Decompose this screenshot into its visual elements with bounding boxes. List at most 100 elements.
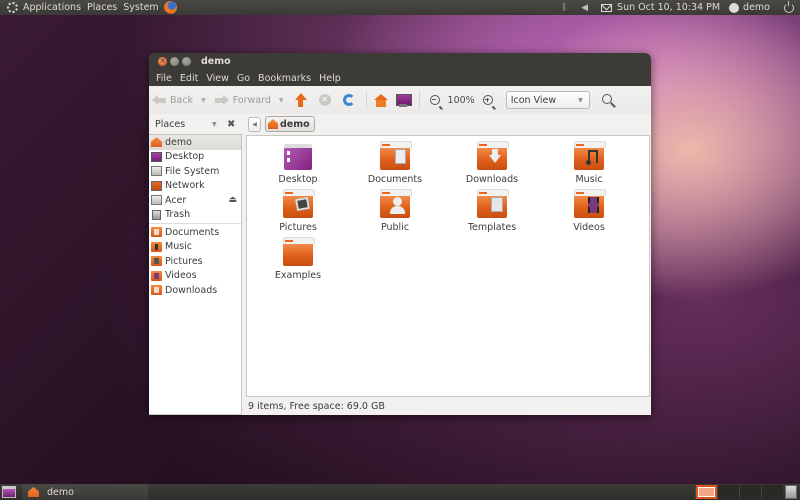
taskbar-item-label: demo <box>47 486 74 498</box>
sidebar-item-documents[interactable]: Documents <box>149 225 241 240</box>
menu-file[interactable]: File <box>152 73 176 84</box>
view-mode-select[interactable]: Icon View ▼ <box>505 91 590 109</box>
user-status-icon[interactable] <box>729 2 740 13</box>
forward-arrow-icon <box>214 94 229 105</box>
eject-icon[interactable]: ⏏ <box>228 195 237 205</box>
menu-go[interactable]: Go <box>233 73 254 84</box>
reload-icon[interactable] <box>342 94 355 106</box>
zoom-in-icon[interactable] <box>482 95 496 110</box>
maximize-window-button[interactable] <box>182 57 191 66</box>
user-menu[interactable]: demo <box>743 2 770 13</box>
file-item-label: Downloads <box>465 174 519 185</box>
workspace-switcher <box>695 485 783 499</box>
close-sidebar-icon[interactable]: ✖ <box>227 119 235 130</box>
places-menu[interactable]: Places <box>84 0 120 15</box>
mail-icon[interactable] <box>601 3 613 12</box>
workspace-3[interactable] <box>739 485 761 499</box>
file-item-label: Pictures <box>279 222 317 233</box>
sidebar-item-downloads[interactable]: Downloads <box>149 283 241 298</box>
toolbar: Back ▼ Forward ▼ ✕ 100% Icon View ▼ <box>149 86 651 114</box>
system-menu[interactable]: System <box>120 0 161 15</box>
folder-pictures-icon <box>283 189 315 218</box>
taskbar-item-demo[interactable]: demo <box>22 484 148 500</box>
icon-view[interactable]: Desktop Documents Downloads Music Pictur… <box>246 135 650 397</box>
folder-videos-icon <box>151 270 162 281</box>
menu-view[interactable]: View <box>202 73 233 84</box>
file-item-examples[interactable]: Examples <box>250 237 346 281</box>
file-item-videos[interactable]: Videos <box>541 189 637 233</box>
trash-applet-icon[interactable] <box>785 485 797 499</box>
file-item-desktop[interactable]: Desktop <box>250 144 346 185</box>
volume-icon[interactable]: ◀ <box>581 3 588 13</box>
folder-music-icon <box>151 241 162 252</box>
sidebar-item-music[interactable]: Music <box>149 240 241 255</box>
applications-menu[interactable]: Applications <box>0 0 84 15</box>
folder-documents-icon <box>151 227 162 238</box>
folder-public-icon <box>380 189 412 218</box>
sidebar-item-acer[interactable]: Acer ⏏ <box>149 193 241 208</box>
file-item-music[interactable]: Music <box>541 141 637 185</box>
drive-icon <box>151 195 162 206</box>
back-button[interactable]: Back <box>152 89 193 111</box>
sidebar-item-label: Desktop <box>165 151 205 163</box>
close-icon: ✕ <box>159 57 166 65</box>
folder-downloads-icon <box>477 141 509 170</box>
zoom-level[interactable]: 100% <box>448 95 475 106</box>
computer-icon[interactable] <box>395 93 412 107</box>
drive-icon <box>151 166 162 177</box>
stop-icon[interactable]: ✕ <box>318 94 331 106</box>
path-button-demo[interactable]: demo <box>265 116 315 132</box>
file-item-downloads[interactable]: Downloads <box>444 141 540 185</box>
sidebar-item-network[interactable]: Network <box>149 179 241 194</box>
bluetooth-icon[interactable]: ᛒ <box>562 3 567 13</box>
menu-help[interactable]: Help <box>315 73 345 84</box>
search-icon[interactable] <box>601 93 612 104</box>
sidebar-item-trash[interactable]: Trash <box>149 208 241 223</box>
pathbar: ◀ demo <box>246 114 651 134</box>
close-window-button[interactable]: ✕ <box>158 57 167 66</box>
workspace-2[interactable] <box>717 485 739 499</box>
sidebar-type-select[interactable]: Places <box>155 119 185 130</box>
file-item-pictures[interactable]: Pictures <box>250 189 346 233</box>
sidebar-item-file-system[interactable]: File System <box>149 164 241 179</box>
forward-history-dropdown[interactable]: ▼ <box>279 97 284 104</box>
path-scroll-left-button[interactable]: ◀ <box>248 116 261 132</box>
titlebar[interactable]: ✕ demo <box>149 53 651 70</box>
zoom-out-icon[interactable] <box>429 95 443 110</box>
file-item-label: Desktop <box>278 174 318 185</box>
toolbar-separator <box>418 91 420 109</box>
show-desktop-icon[interactable] <box>2 486 16 498</box>
main-pane: ◀ demo Desktop Documents Downloads Music… <box>246 114 651 415</box>
file-item-label: Documents <box>367 174 423 185</box>
file-item-templates[interactable]: Templates <box>444 189 540 233</box>
home-icon[interactable] <box>373 93 388 107</box>
sidebar-item-pictures[interactable]: Pictures <box>149 254 241 269</box>
sidebar-item-label: File System <box>165 165 220 177</box>
power-icon[interactable] <box>784 0 794 13</box>
workspace-4[interactable] <box>761 485 783 499</box>
chevron-down-icon[interactable]: ▼ <box>212 121 217 128</box>
menu-bookmarks[interactable]: Bookmarks <box>254 73 315 84</box>
places-list: demo Desktop File System Network Acer ⏏ T… <box>149 134 242 415</box>
workspace-1[interactable] <box>695 485 717 499</box>
file-item-public[interactable]: Public <box>347 189 443 233</box>
menu-edit[interactable]: Edit <box>176 73 202 84</box>
sidebar-item-videos[interactable]: Videos <box>149 269 241 284</box>
back-history-dropdown[interactable]: ▼ <box>201 97 206 104</box>
sidebar-item-label: Trash <box>165 209 191 221</box>
content-area: Places ▼ ✖ demo Desktop File System Netw… <box>149 114 651 415</box>
up-arrow-icon[interactable] <box>294 93 307 107</box>
forward-button[interactable]: Forward <box>214 89 271 111</box>
file-item-documents[interactable]: Documents <box>347 141 443 185</box>
firefox-icon[interactable] <box>163 1 177 14</box>
home-icon <box>28 487 39 497</box>
clock[interactable]: Sun Oct 10, 10:34 PM <box>617 2 720 13</box>
chevron-down-icon: ▼ <box>578 96 583 104</box>
ubuntu-logo-icon <box>7 2 18 13</box>
desktop-folder-icon <box>284 144 312 170</box>
folder-downloads-icon <box>151 285 162 296</box>
sidebar-item-desktop[interactable]: Desktop <box>149 150 241 165</box>
sidebar-item-demo[interactable]: demo <box>149 135 241 150</box>
file-item-label: Videos <box>573 222 605 233</box>
minimize-window-button[interactable] <box>170 57 179 66</box>
